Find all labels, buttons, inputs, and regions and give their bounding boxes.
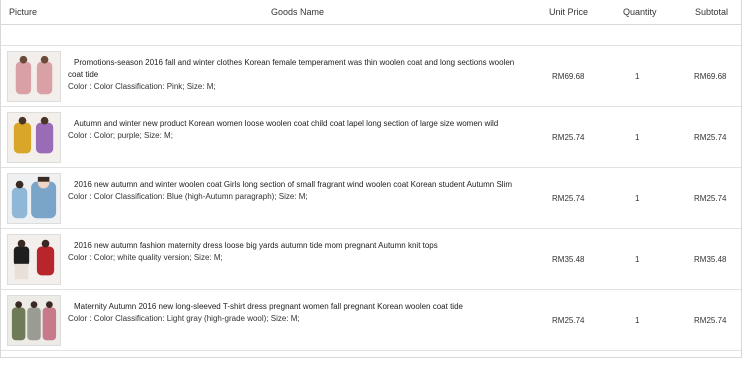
- unit-price: RM25.74: [552, 194, 585, 203]
- product-name[interactable]: 2016 new autumn fashion maternity dress …: [68, 240, 528, 252]
- product-name[interactable]: Autumn and winter new product Korean wom…: [68, 118, 528, 130]
- quantity: 1: [635, 133, 640, 142]
- quantity: 1: [635, 194, 640, 203]
- header-subtotal: Subtotal: [695, 7, 729, 17]
- product-image: [8, 52, 60, 101]
- unit-price: RM25.74: [552, 133, 585, 142]
- subtotal: RM25.74: [694, 133, 727, 142]
- table-header: Picture Goods Name Unit Price Quantity S…: [1, 0, 741, 25]
- product-image: [8, 235, 60, 284]
- order-items-table: Picture Goods Name Unit Price Quantity S…: [0, 0, 742, 358]
- product-thumbnail[interactable]: [7, 112, 61, 163]
- table-row: 2016 new autumn and winter woolen coat G…: [1, 168, 741, 229]
- subtotal: RM25.74: [694, 316, 727, 325]
- product-thumbnail[interactable]: [7, 295, 61, 346]
- table-row: Autumn and winter new product Korean wom…: [1, 107, 741, 168]
- product-image: [8, 113, 60, 162]
- subtotal: RM69.68: [694, 72, 727, 81]
- product-thumbnail[interactable]: [7, 234, 61, 285]
- header-unit-price: Unit Price: [549, 7, 589, 17]
- unit-price: RM35.48: [552, 255, 585, 264]
- unit-price: RM25.74: [552, 316, 585, 325]
- unit-price: RM69.68: [552, 72, 585, 81]
- quantity: 1: [635, 72, 640, 81]
- table-row: Promotions-season 2016 fall and winter c…: [1, 46, 741, 107]
- table-row: Maternity Autumn 2016 new long-sleeved T…: [1, 290, 741, 351]
- header-quantity: Quantity: [623, 7, 657, 17]
- subtotal: RM25.74: [694, 194, 727, 203]
- quantity: 1: [635, 316, 640, 325]
- product-attributes: Color : Color Classification: Light gray…: [68, 314, 300, 323]
- product-thumbnail[interactable]: [7, 51, 61, 102]
- product-name[interactable]: 2016 new autumn and winter woolen coat G…: [68, 179, 528, 191]
- subtotal: RM35.48: [694, 255, 727, 264]
- quantity: 1: [635, 255, 640, 264]
- product-attributes: Color : Color; purple; Size: M;: [68, 131, 173, 140]
- product-name[interactable]: Promotions-season 2016 fall and winter c…: [68, 57, 528, 81]
- product-attributes: Color : Color Classification: Pink; Size…: [68, 82, 216, 91]
- table-row: 2016 new autumn fashion maternity dress …: [1, 229, 741, 290]
- product-image: [8, 296, 60, 345]
- product-image: [8, 174, 60, 223]
- product-thumbnail[interactable]: [7, 173, 61, 224]
- product-attributes: Color : Color Classification: Blue (high…: [68, 192, 308, 201]
- product-attributes: Color : Color; white quality version; Si…: [68, 253, 223, 262]
- table-spacer: [1, 25, 741, 46]
- header-goods-name: Goods Name: [271, 7, 325, 17]
- header-picture: Picture: [9, 7, 38, 17]
- product-name[interactable]: Maternity Autumn 2016 new long-sleeved T…: [68, 301, 528, 313]
